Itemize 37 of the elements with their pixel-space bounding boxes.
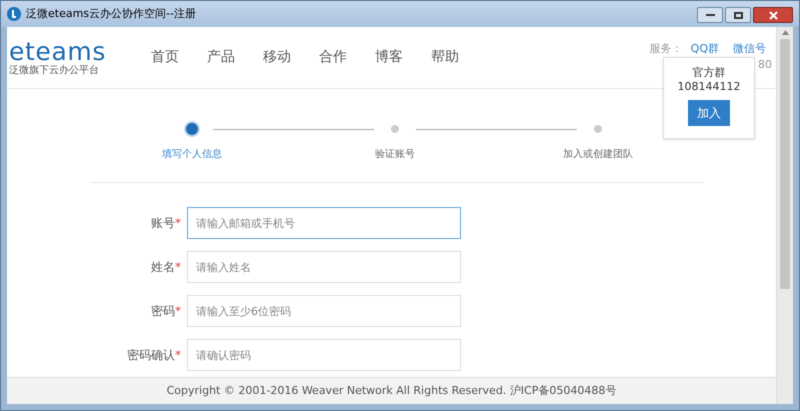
- service-link[interactable]: 微信号: [733, 41, 766, 58]
- maximize-button[interactable]: [725, 7, 751, 23]
- minimize-button[interactable]: [697, 7, 723, 23]
- step-label[interactable]: 加入或创建团队: [563, 147, 633, 162]
- service-link[interactable]: QQ群: [690, 41, 719, 58]
- logo-tagline: 泛微旗下云办公平台: [9, 64, 100, 76]
- scroll-up-icon[interactable]: [782, 30, 788, 35]
- join-button[interactable]: 加入: [688, 100, 730, 126]
- field-label: 密码确认: [127, 347, 175, 364]
- close-icon: [768, 10, 778, 20]
- nav-link[interactable]: 帮助: [427, 47, 463, 68]
- required-mark: *: [175, 215, 181, 232]
- nav-link[interactable]: 产品: [203, 47, 239, 68]
- copyright-text: Copyright © 2001-2016 Weaver Network All Rights Reserved. 沪ICP备05040488号: [166, 382, 616, 399]
- logo[interactable]: eteams: [9, 38, 139, 64]
- scroll-thumb[interactable]: [780, 39, 790, 289]
- nav-link[interactable]: 博客: [371, 47, 407, 68]
- required-mark: *: [175, 259, 181, 276]
- required-mark: *: [175, 347, 181, 364]
- nav-link[interactable]: 首页: [147, 47, 183, 68]
- service-label: 服务：: [650, 41, 683, 57]
- app-icon: [7, 7, 21, 21]
- window-title: 泛微eteams云办公协作空间--注册: [26, 6, 196, 22]
- nav-link[interactable]: 移动: [259, 47, 295, 68]
- field-label: 账号: [151, 215, 175, 232]
- step-label[interactable]: 填写个人信息: [162, 147, 222, 162]
- input-field[interactable]: 请输入邮箱或手机号: [187, 207, 461, 239]
- field-label: 密码: [151, 303, 175, 320]
- nav-link[interactable]: 合作: [315, 47, 351, 68]
- step-label[interactable]: 验证账号: [375, 147, 415, 162]
- field-label: 姓名: [151, 259, 175, 276]
- close-button[interactable]: [753, 7, 793, 23]
- group-number: 108144112: [678, 80, 740, 94]
- phone-number: 80: [758, 57, 772, 73]
- popup-title: 官方群: [692, 66, 726, 80]
- scrollbar[interactable]: [776, 27, 793, 404]
- required-mark: *: [175, 303, 181, 320]
